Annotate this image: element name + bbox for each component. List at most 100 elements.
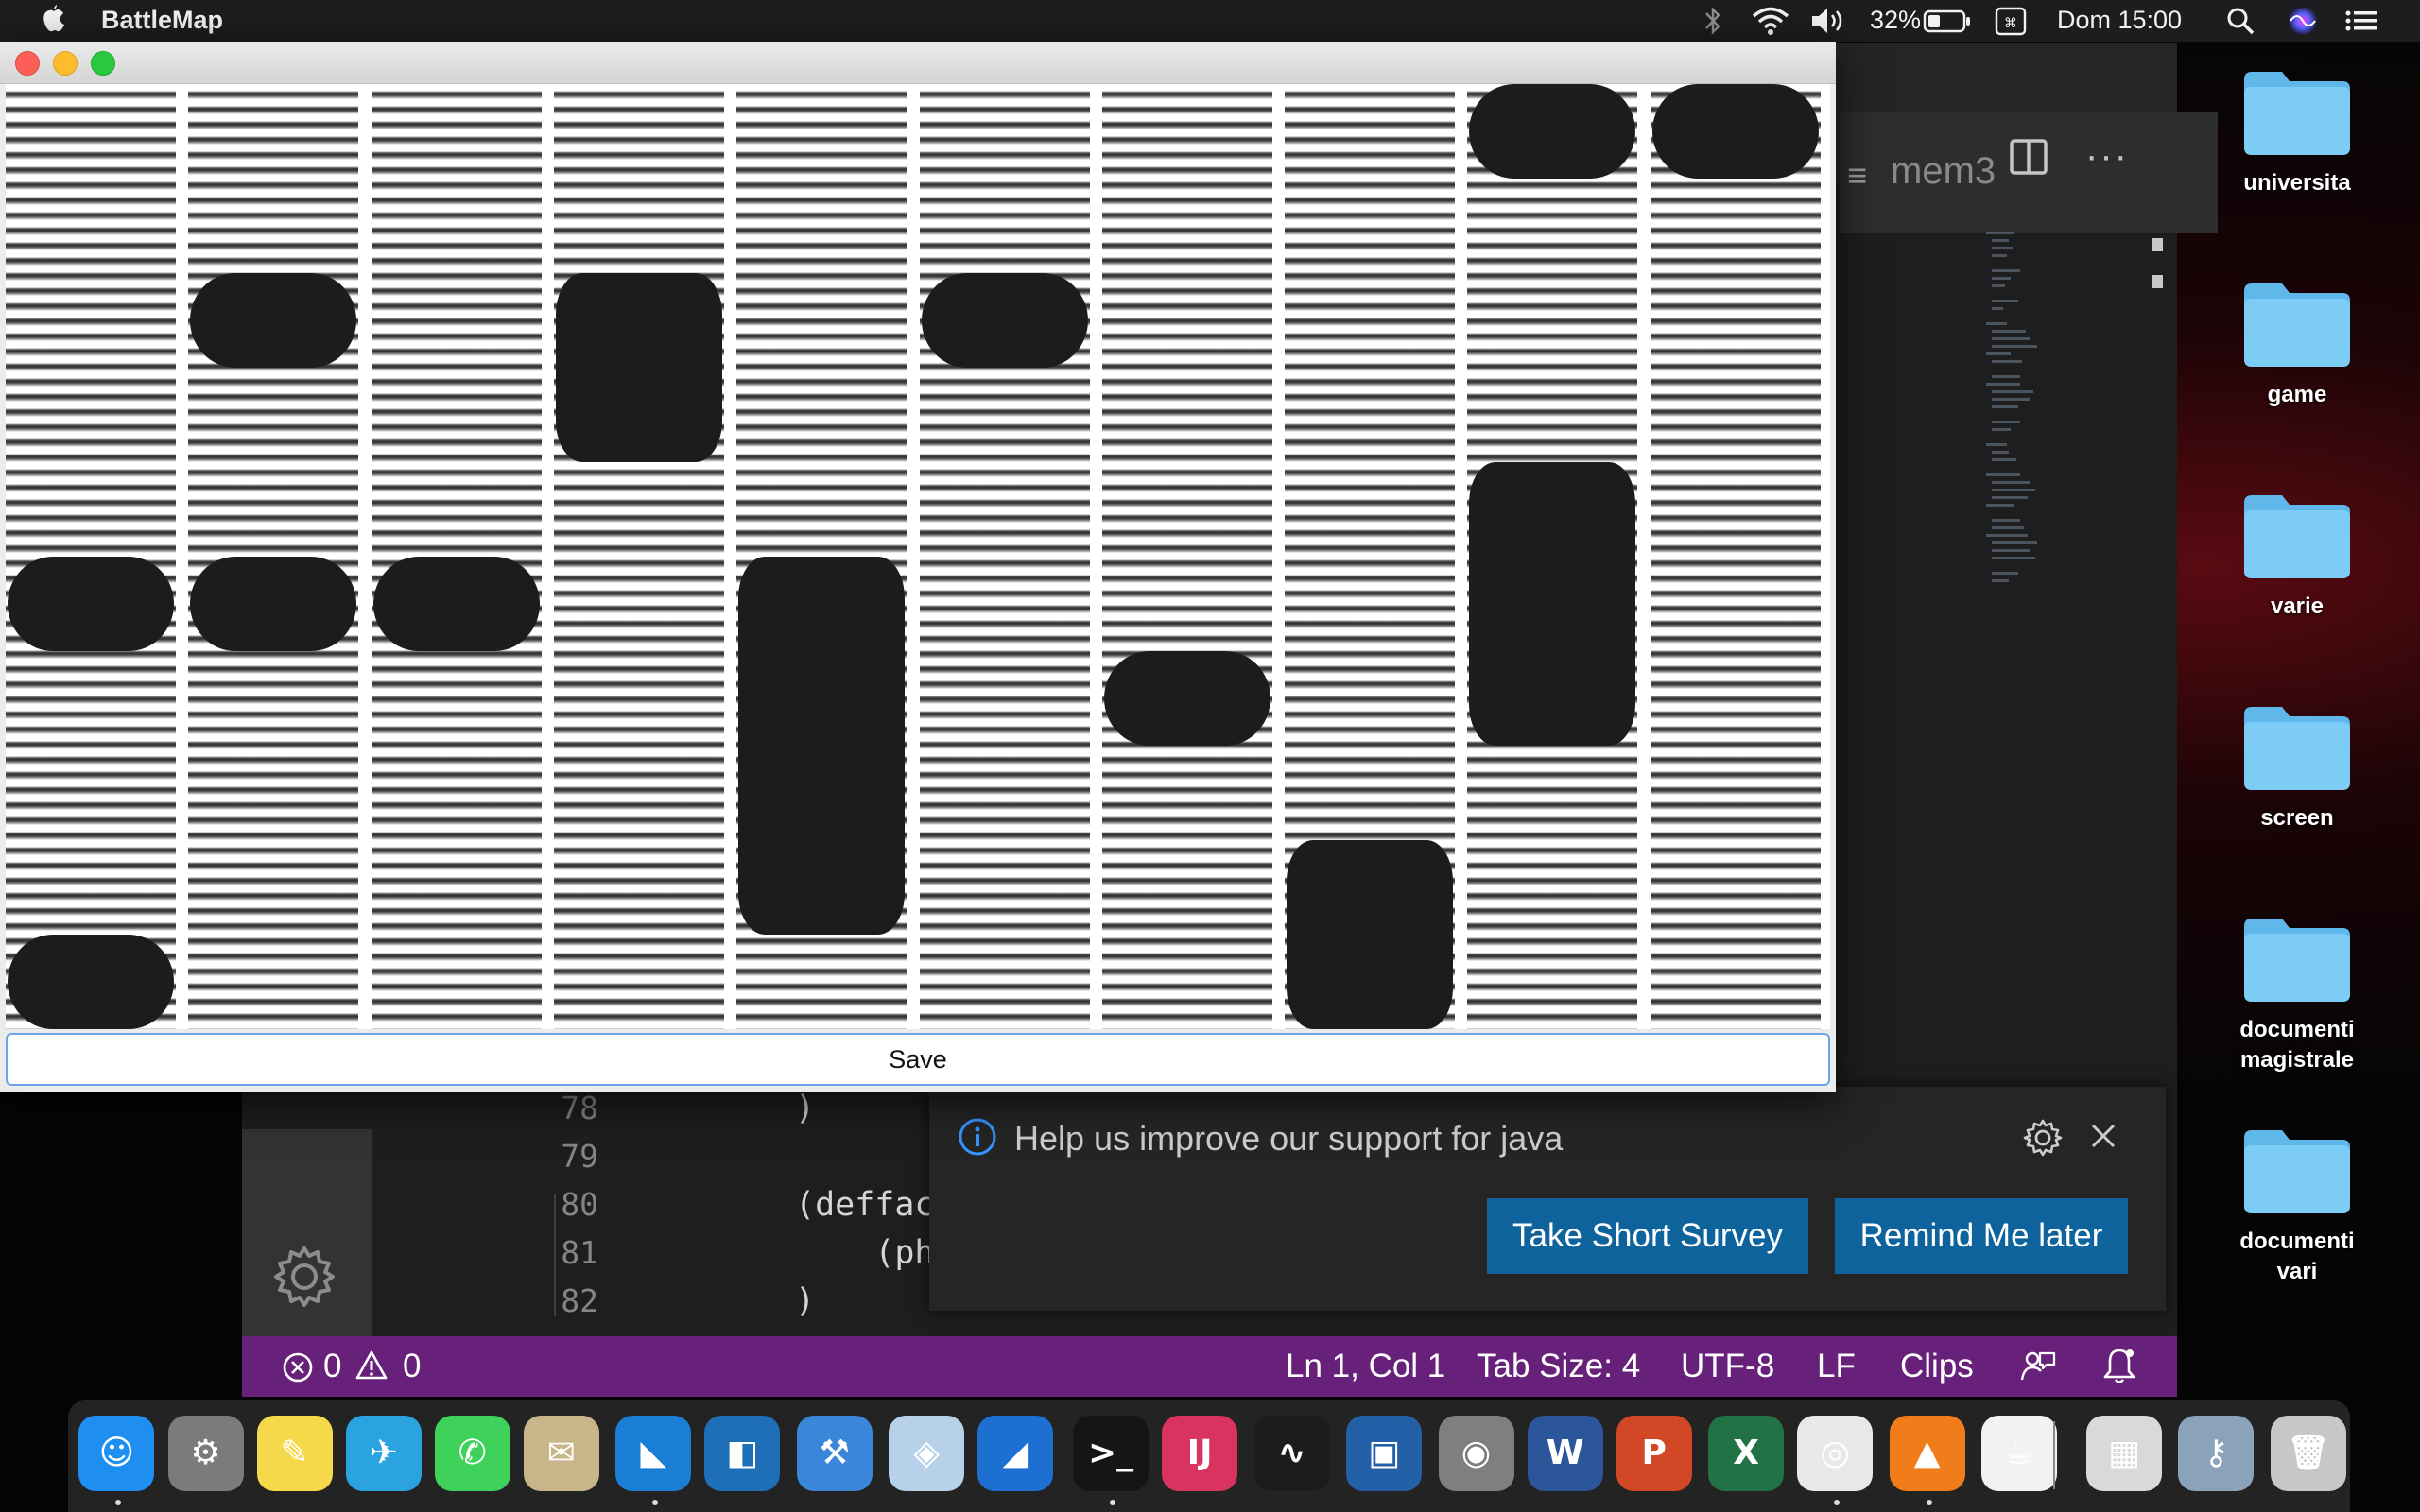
dock-app-trash[interactable]: 🗑 <box>2270 1416 2346 1491</box>
battery-icon[interactable] <box>1923 4 1972 38</box>
dock-app-vlc[interactable]: ▲ <box>1889 1416 1965 1491</box>
dock-app-xcode[interactable]: ⚒ <box>796 1416 873 1491</box>
warning-count[interactable]: 0 <box>403 1348 421 1385</box>
dock-app-java[interactable]: ☕ <box>1981 1416 2058 1491</box>
grid-column[interactable] <box>1285 84 1455 1029</box>
water-tiles <box>554 84 724 1029</box>
dock-app-virtualbox[interactable]: ▣ <box>1346 1416 1423 1491</box>
desktop-folder[interactable]: screen <box>2217 703 2377 833</box>
dock-app-microsoft-word[interactable]: W <box>1527 1416 1603 1491</box>
minimize-window-button[interactable] <box>53 51 78 76</box>
search-icon[interactable] <box>2225 4 2256 38</box>
dock-app-whatsapp[interactable]: ✆ <box>434 1416 510 1491</box>
zoom-window-button[interactable] <box>91 51 115 76</box>
battery-percentage: 32% <box>1870 6 1922 34</box>
notification-settings-icon[interactable] <box>2022 1117 2064 1159</box>
dock-app-telegram[interactable]: ✈ <box>345 1416 422 1491</box>
grid-column[interactable] <box>736 84 907 1029</box>
battle-grid[interactable] <box>6 84 1830 1029</box>
more-actions-icon[interactable]: ··· <box>2085 135 2129 178</box>
app-icon: IJ <box>1186 1434 1213 1472</box>
ship[interactable] <box>1287 840 1453 1029</box>
warning-icon[interactable] <box>355 1349 388 1382</box>
cursor-position[interactable]: Ln 1, Col 1 <box>1286 1348 1445 1385</box>
bluetooth-icon[interactable] <box>1702 4 1724 38</box>
dock-app-microsoft-powerpoint[interactable]: P <box>1616 1416 1692 1491</box>
desktop-folder[interactable]: documenti vari <box>2217 1126 2377 1287</box>
window-title-bar[interactable] <box>0 42 1836 84</box>
keyboard-icon[interactable]: ⌘ <box>1995 4 2027 38</box>
grid-column[interactable] <box>920 84 1090 1029</box>
desktop-folder[interactable]: game <box>2217 280 2377 410</box>
manage-gear-icon[interactable] <box>270 1243 338 1311</box>
dock-app-mail[interactable]: ✉ <box>523 1416 599 1491</box>
dock-app-microsoft-excel[interactable]: X <box>1708 1416 1785 1491</box>
apple-icon[interactable] <box>38 4 68 36</box>
water-tiles <box>1651 84 1821 1029</box>
dock-app-source-tree[interactable]: ◧ <box>704 1416 781 1491</box>
ship[interactable] <box>922 273 1088 368</box>
app-icon: ⚒ <box>819 1434 850 1472</box>
dock-app-visual-studio-code[interactable]: ◣ <box>615 1416 692 1491</box>
ship[interactable] <box>1104 651 1270 746</box>
volume-icon[interactable] <box>1809 4 1847 38</box>
desktop-folder[interactable]: universita <box>2217 68 2377 198</box>
encoding[interactable]: UTF-8 <box>1681 1348 1774 1385</box>
language-mode[interactable]: Clips <box>1900 1348 1974 1385</box>
dock-app-stickies[interactable]: ✎ <box>256 1416 333 1491</box>
grid-column[interactable] <box>554 84 724 1029</box>
dock-app-tableplus[interactable]: ◉ <box>1438 1416 1514 1491</box>
grid-column[interactable] <box>188 84 358 1029</box>
dock-app-virtualbox-cube[interactable]: ◈ <box>889 1416 965 1491</box>
end-of-line[interactable]: LF <box>1817 1348 1856 1385</box>
desktop-folder[interactable]: varie <box>2217 491 2377 622</box>
clock[interactable]: Dom 15:00 <box>2057 6 2182 35</box>
grid-column[interactable] <box>1651 84 1821 1029</box>
dock-app-keychain-access[interactable]: ⚷ <box>2178 1416 2255 1491</box>
wifi-icon[interactable] <box>1751 4 1790 38</box>
dock-app-activity-monitor[interactable]: ∿ <box>1253 1416 1330 1491</box>
split-editor-icon[interactable] <box>2000 111 2057 233</box>
app-icon: ✈ <box>369 1434 398 1472</box>
desktop-folder[interactable]: documenti magistrale <box>2217 915 2377 1075</box>
notifications-bell-icon[interactable] <box>2100 1346 2138 1387</box>
feedback-icon[interactable] <box>2019 1348 2057 1385</box>
dock-app-screenshots[interactable]: ▦ <box>2085 1416 2162 1491</box>
ship[interactable] <box>1652 84 1819 179</box>
line-number: 81 <box>561 1234 598 1271</box>
ship[interactable] <box>738 557 905 935</box>
remind-later-button[interactable]: Remind Me later <box>1835 1198 2128 1274</box>
ship[interactable] <box>1469 462 1635 746</box>
dock-app-google-chrome[interactable]: ◎ <box>1797 1416 1874 1491</box>
app-icon: W <box>1546 1434 1584 1472</box>
dock-app-terminal[interactable]: >_ <box>1073 1416 1150 1491</box>
dock-app-intellij-idea[interactable]: IJ <box>1162 1416 1238 1491</box>
ship[interactable] <box>1469 84 1635 179</box>
take-survey-button[interactable]: Take Short Survey <box>1487 1198 1808 1274</box>
tab-size[interactable]: Tab Size: 4 <box>1477 1348 1640 1385</box>
app-menu-name[interactable]: BattleMap <box>101 6 223 35</box>
app-icon: ☕ <box>2003 1434 2035 1472</box>
close-icon[interactable] <box>2083 1115 2124 1157</box>
ship[interactable] <box>8 557 174 651</box>
close-window-button[interactable] <box>15 51 40 76</box>
ship[interactable] <box>190 273 356 368</box>
ship[interactable] <box>190 557 356 651</box>
app-icon: ▣ <box>1368 1434 1401 1472</box>
grid-column[interactable] <box>372 84 542 1029</box>
dock-app-system-preferences[interactable]: ⚙ <box>167 1416 244 1491</box>
ship[interactable] <box>373 557 540 651</box>
siri-icon[interactable] <box>2286 4 2320 38</box>
grid-column[interactable] <box>1467 84 1637 1029</box>
error-count[interactable]: 0 <box>323 1348 341 1385</box>
minimap[interactable] <box>1986 232 2090 591</box>
grid-column[interactable] <box>1102 84 1272 1029</box>
dock-app-finder[interactable]: ☺ <box>78 1416 155 1491</box>
error-icon[interactable] <box>282 1351 314 1383</box>
dock-app-wireshark[interactable]: ◢ <box>977 1416 1054 1491</box>
grid-column[interactable] <box>6 84 176 1029</box>
save-button[interactable]: Save <box>6 1033 1830 1086</box>
ship[interactable] <box>556 273 722 462</box>
notification-center-icon[interactable] <box>2342 4 2380 38</box>
ship[interactable] <box>8 935 174 1029</box>
